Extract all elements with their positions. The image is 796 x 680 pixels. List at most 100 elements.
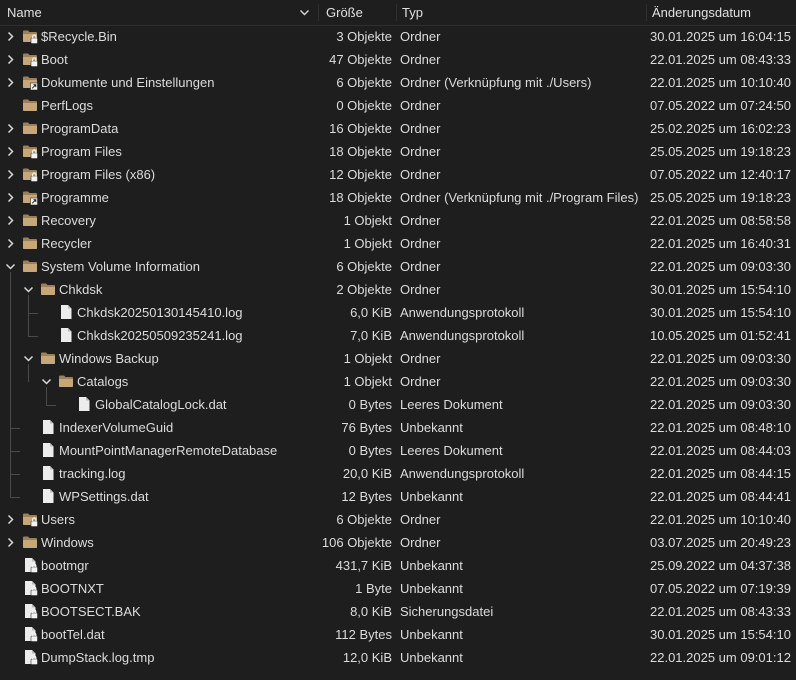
table-row[interactable]: GlobalCatalogLock.dat 0 Bytes Leeres Dokum… (0, 393, 796, 416)
table-row[interactable]: Recycler 1 Objekt Ordner 22.01.2025 um 16:4… (0, 232, 796, 255)
file-size: 18 Objekte (329, 144, 392, 159)
table-row[interactable]: Program Files (x86) 12 Objekte Ordner 07.05… (0, 163, 796, 186)
file-name: BOOTSECT.BAK (41, 604, 141, 619)
table-row[interactable]: Program Files 18 Objekte Ordner 25.05.2025 … (0, 140, 796, 163)
file-modified-date: 22.01.2025 um 09:01:12 (650, 650, 791, 665)
sort-chevron-down-icon[interactable] (299, 7, 310, 18)
folder-icon (59, 375, 73, 387)
file-modified-date: 30.01.2025 um 16:04:15 (650, 29, 791, 44)
tree-guide-line (28, 336, 38, 337)
file-size: 12 Objekte (329, 167, 392, 182)
table-row[interactable]: Chkdsk20250509235241.log 7,0 KiB Anwendung… (0, 324, 796, 347)
file-icon (25, 650, 38, 665)
table-row[interactable]: PerfLogs 0 Objekte Ordner 07.05.2022 um 07:… (0, 94, 796, 117)
file-name: tracking.log (59, 466, 126, 481)
file-type: Ordner (400, 535, 441, 550)
table-row[interactable]: Chkdsk20250130145410.log 6,0 KiB Anwendung… (0, 301, 796, 324)
table-row[interactable]: ProgramData 16 Objekte Ordner 25.02.2025 um… (0, 117, 796, 140)
file-icon (79, 397, 90, 411)
file-modified-date: 22.01.2025 um 09:03:30 (650, 351, 791, 366)
table-row[interactable]: bootmgr 431,7 KiB Unbekannt 25.09.2022 um 0… (0, 554, 796, 577)
chevron-right-icon[interactable] (5, 238, 16, 249)
file-type: Leeres Dokument (400, 443, 503, 458)
chevron-right-icon[interactable] (5, 31, 16, 42)
file-size: 1 Objekt (343, 351, 392, 366)
file-modified-date: 07.05.2022 um 07:24:50 (650, 98, 791, 113)
file-size: 112 Bytes (335, 627, 392, 642)
file-icon (25, 581, 38, 596)
table-row[interactable]: Users 6 Objekte Ordner 22.01.2025 um 10:10:… (0, 508, 796, 531)
file-type: Ordner (400, 144, 441, 159)
column-header-date[interactable]: Änderungsdatum (652, 0, 751, 25)
file-name: Program Files (x86) (41, 167, 156, 182)
file-size: 20,0 KiB (342, 466, 392, 481)
column-header-name[interactable]: Name (7, 0, 42, 25)
file-type: Ordner (400, 512, 441, 527)
file-type: Ordner (400, 29, 441, 44)
chevron-right-icon[interactable] (5, 123, 16, 134)
table-row[interactable]: BOOTNXT 1 Byte Unbekannt 07.05.2022 um 07:1… (0, 577, 796, 600)
column-divider[interactable] (396, 4, 397, 21)
file-modified-date: 22.01.2025 um 09:03:30 (650, 374, 791, 389)
table-row[interactable]: Programme 18 Objekte Ordner (Verknüpfung m… (0, 186, 796, 209)
chevron-down-icon[interactable] (41, 376, 52, 387)
table-row[interactable]: Chkdsk 2 Objekte Ordner 30.01.2025 um 15:54… (0, 278, 796, 301)
chevron-right-icon[interactable] (5, 169, 16, 180)
file-modified-date: 22.01.2025 um 10:10:40 (650, 512, 791, 527)
file-name: Recycler (41, 236, 92, 251)
file-icon (43, 466, 54, 480)
file-name: MountPointManagerRemoteDatabase (59, 443, 278, 458)
chevron-right-icon[interactable] (5, 215, 16, 226)
column-divider[interactable] (318, 4, 319, 21)
chevron-right-icon[interactable] (5, 537, 16, 548)
table-row[interactable]: Windows Backup 1 Objekt Ordner 22.01.2025 u… (0, 347, 796, 370)
column-divider[interactable] (646, 4, 647, 21)
file-size: 1 Objekt (343, 374, 392, 389)
file-type: Anwendungsprotokoll (400, 328, 525, 343)
file-type: Sicherungsdatei (400, 604, 494, 619)
file-type: Ordner (Verknüpfung mit ./Program Files) (400, 190, 639, 205)
file-size: 6 Objekte (336, 512, 392, 527)
file-name: Catalogs (77, 374, 129, 389)
table-row[interactable]: Catalogs 1 Objekt Ordner 22.01.2025 um 09:0… (0, 370, 796, 393)
column-header-size[interactable]: Größe (326, 0, 363, 25)
file-modified-date: 07.05.2022 um 07:19:39 (650, 581, 791, 596)
table-row[interactable]: $Recycle.Bin 3 Objekte Ordner 30.01.2025 um… (0, 25, 796, 48)
file-name: Chkdsk20250130145410.log (77, 305, 243, 320)
chevron-right-icon[interactable] (5, 146, 16, 157)
table-row[interactable]: DumpStack.log.tmp 12,0 KiB Unbekannt 22.01.… (0, 646, 796, 669)
file-modified-date: 22.01.2025 um 08:44:41 (650, 489, 791, 504)
file-modified-date: 25.02.2025 um 16:02:23 (650, 121, 791, 136)
table-row[interactable]: WPSettings.dat 12 Bytes Unbekannt 22.01.202… (0, 485, 796, 508)
chevron-right-icon[interactable] (5, 77, 16, 88)
file-name: Chkdsk20250509235241.log (77, 328, 243, 343)
file-name: BOOTNXT (41, 581, 104, 596)
folder-icon (41, 352, 55, 364)
file-icon (43, 420, 54, 434)
folder-icon (23, 99, 37, 111)
file-icon (25, 558, 38, 573)
table-row[interactable]: BOOTSECT.BAK 8,0 KiB Sicherungsdatei 22.01.… (0, 600, 796, 623)
chevron-down-icon[interactable] (23, 353, 34, 364)
table-row[interactable]: tracking.log 20,0 KiB Anwendungsprotokoll 2… (0, 462, 796, 485)
table-row[interactable]: Boot 47 Objekte Ordner 22.01.2025 um 08:43:… (0, 48, 796, 71)
chevron-right-icon[interactable] (5, 54, 16, 65)
table-row[interactable]: Dokumente und Einstellungen 6 Objekte Ordn… (0, 71, 796, 94)
chevron-down-icon[interactable] (23, 284, 34, 295)
chevron-right-icon[interactable] (5, 514, 16, 525)
table-row[interactable]: bootTel.dat 112 Bytes Unbekannt 30.01.2025 … (0, 623, 796, 646)
file-name: ProgramData (41, 121, 119, 136)
table-row[interactable]: Recovery 1 Objekt Ordner 22.01.2025 um 08:5… (0, 209, 796, 232)
column-header-type[interactable]: Typ (402, 0, 423, 25)
file-name: DumpStack.log.tmp (41, 650, 155, 665)
file-name: $Recycle.Bin (41, 29, 117, 44)
chevron-down-icon[interactable] (5, 261, 16, 272)
file-size: 8,0 KiB (350, 604, 392, 619)
table-row[interactable]: IndexerVolumeGuid 76 Bytes Unbekannt 22.01.… (0, 416, 796, 439)
table-row[interactable]: Windows 106 Objekte Ordner 03.07.2025 um 20… (0, 531, 796, 554)
file-size: 18 Objekte (329, 190, 392, 205)
chevron-right-icon[interactable] (5, 192, 16, 203)
table-row[interactable]: MountPointManagerRemoteDatabase 0 Bytes Le… (0, 439, 796, 462)
file-type: Unbekannt (400, 558, 463, 573)
table-row[interactable]: System Volume Information 6 Objekte Ordner… (0, 255, 796, 278)
